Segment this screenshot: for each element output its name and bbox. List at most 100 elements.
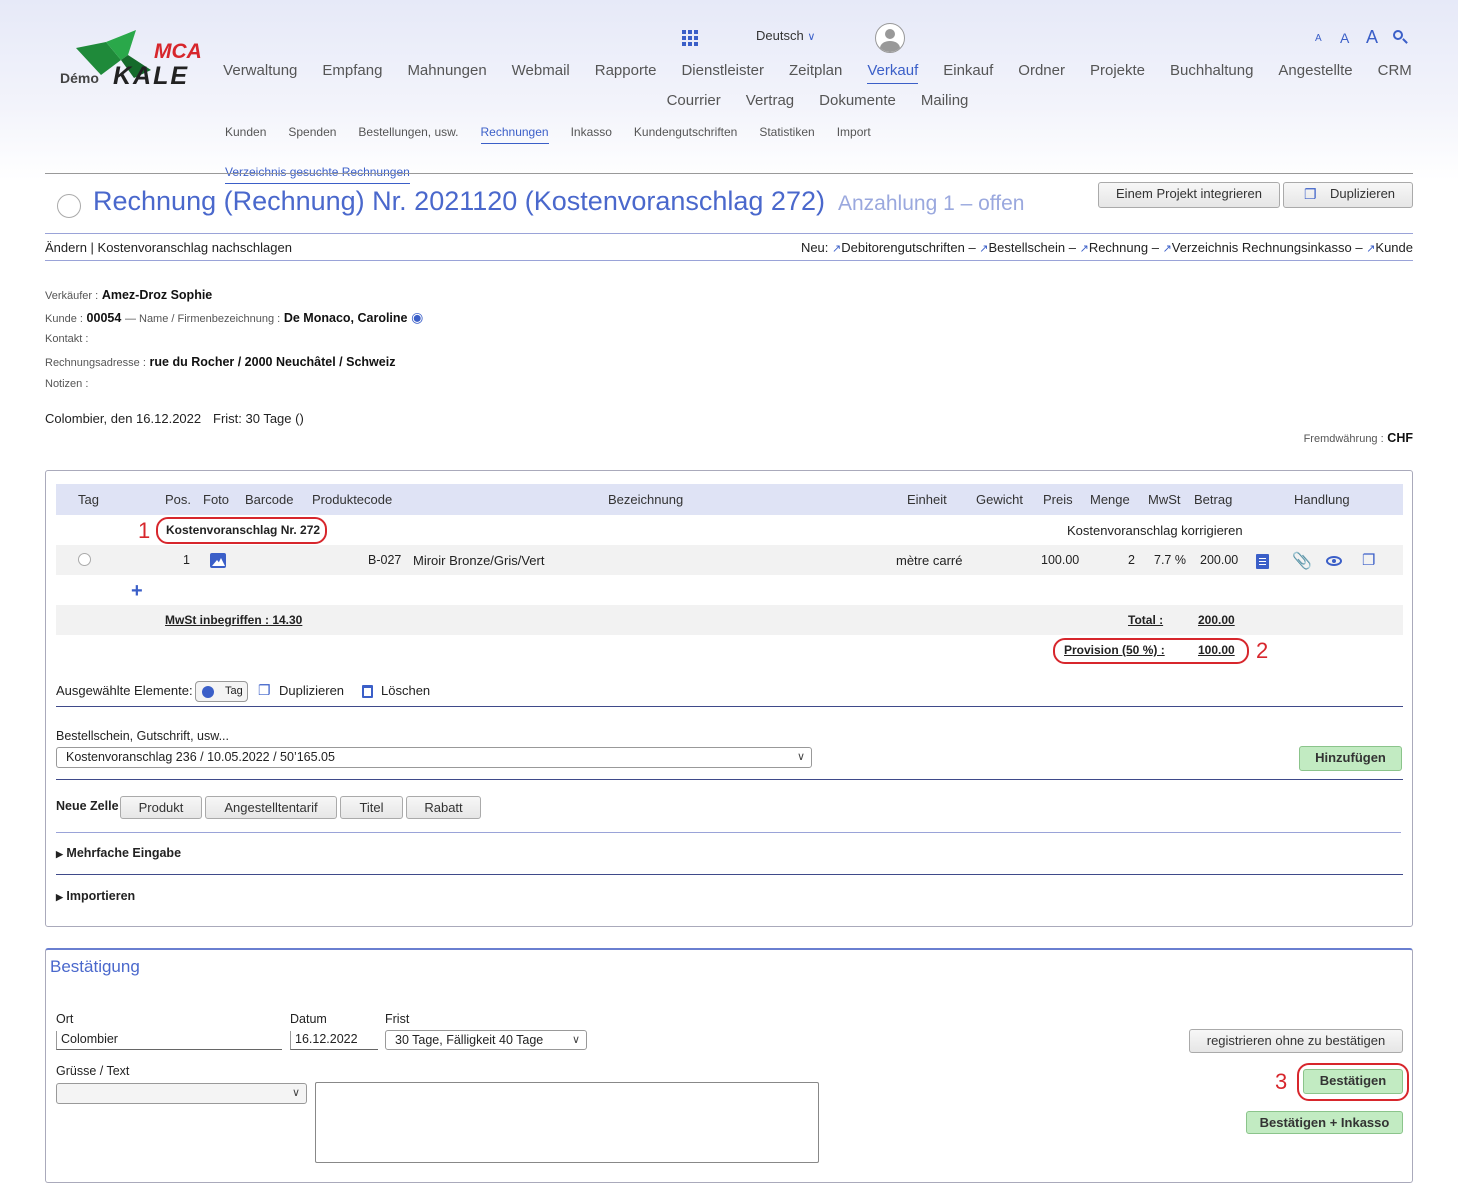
font-size-small[interactable]: A [1315, 33, 1322, 44]
nav-item-6[interactable]: Zeitplan [789, 62, 842, 84]
nav-item-17[interactable]: Mailing [921, 92, 969, 110]
row-vat: 7.7 % [1154, 553, 1186, 567]
subnav-item-6[interactable]: Statistiken [759, 124, 814, 144]
subnav-item-4[interactable]: Inkasso [571, 124, 612, 144]
external-link-icon: ↗ [1162, 243, 1172, 255]
correct-quote-link[interactable]: Kostenvoranschlag korrigieren [1067, 523, 1243, 538]
nav-item-1[interactable]: Empfang [322, 62, 382, 84]
nav-item-11[interactable]: Buchhaltung [1170, 62, 1253, 84]
annotation-number-2: 2 [1256, 638, 1269, 663]
subnav-item-1[interactable]: Spenden [288, 124, 336, 144]
add-row-icon[interactable]: + [131, 580, 143, 603]
logo-kale: KALE [113, 62, 190, 90]
document-icon[interactable] [1256, 554, 1269, 569]
row-tag-radio[interactable] [78, 553, 91, 566]
sub-nav: Kunden Spenden Bestellungen, usw. Rechnunge… [225, 124, 925, 184]
new-link-2[interactable]: Rechnung [1089, 240, 1148, 255]
duplicate-button[interactable]: ❐ Duplizieren [1283, 182, 1413, 208]
nav-item-8[interactable]: Einkauf [943, 62, 993, 84]
nav-item-3[interactable]: Webmail [512, 62, 570, 84]
date-input[interactable]: 16.12.2022 [290, 1031, 378, 1050]
nav-item-15[interactable]: Vertrag [746, 92, 794, 110]
new-link-3[interactable]: Verzeichnis Rechnungsinkasso [1172, 240, 1352, 255]
logo[interactable]: MCA Démo KALE [58, 30, 213, 95]
integrate-project-button[interactable]: Einem Projekt integrieren [1098, 182, 1280, 208]
font-size-medium[interactable]: A [1340, 30, 1349, 46]
multi-entry-toggle[interactable]: ▶ Mehrfache Eingabe [56, 846, 181, 860]
annotation-number-3: 3 [1275, 1069, 1288, 1094]
column-header-9: Menge [1090, 492, 1130, 507]
subnav-search-invoices[interactable]: Verzeichnis gesuchte Rechnungen [225, 164, 410, 184]
place-label: Ort [56, 1012, 74, 1026]
column-header-2: Foto [203, 492, 230, 507]
duplicate-selected-icon[interactable]: ❐ [258, 682, 271, 699]
nav-item-10[interactable]: Projekte [1090, 62, 1145, 84]
font-size-large[interactable]: A [1366, 27, 1378, 48]
row-amount: 200.00 [1200, 553, 1239, 567]
paperclip-icon[interactable]: 📎 [1292, 551, 1312, 571]
subnav-item-3[interactable]: Rechnungen [480, 124, 549, 144]
place-date: Colombier, den 16.12.2022 [45, 411, 202, 426]
nav-item-13[interactable]: CRM [1378, 62, 1412, 84]
eye-icon[interactable]: ◉ [411, 309, 423, 325]
column-header-3: Barcode [245, 492, 294, 507]
row-name: Miroir Bronze/Gris/Vert [413, 553, 545, 568]
image-icon[interactable] [210, 553, 226, 568]
external-link-icon: ↗ [1079, 243, 1089, 255]
new-link-4[interactable]: Kunde [1375, 240, 1413, 255]
delete-selected-link[interactable]: Löschen [381, 683, 430, 698]
greet-select[interactable]: ∨ [56, 1083, 307, 1104]
triangle-right-icon: ▶ [56, 892, 63, 902]
trash-icon[interactable] [362, 685, 373, 698]
subnav-item-5[interactable]: Kundengutschriften [634, 124, 737, 144]
confirm-inkasso-button[interactable]: Bestätigen + Inkasso [1246, 1111, 1403, 1134]
column-header-11: Betrag [1194, 492, 1233, 507]
employee-rate-button[interactable]: Angestelltentarif [205, 796, 337, 819]
place-input[interactable]: Colombier [56, 1031, 282, 1050]
chevron-down-icon: ∨ [807, 31, 816, 43]
nav-item-16[interactable]: Dokumente [819, 92, 896, 110]
deadline-label: Frist [385, 1012, 410, 1026]
language-select[interactable]: Deutsch ∨ [756, 28, 815, 43]
product-button[interactable]: Produkt [120, 796, 202, 819]
nav-item-5[interactable]: Dienstleister [681, 62, 764, 84]
add-button[interactable]: Hinzufügen [1299, 746, 1402, 771]
duplicate-selected-link[interactable]: Duplizieren [279, 683, 344, 698]
title-button[interactable]: Titel [340, 796, 403, 819]
page-title: Rechnung (Rechnung) Nr. 2021120 (Kostenv… [93, 186, 825, 216]
eye-icon[interactable] [1326, 556, 1342, 566]
edit-link[interactable]: Ändern [45, 240, 87, 255]
nav-item-12[interactable]: Angestellte [1278, 62, 1352, 84]
apps-grid-icon[interactable] [682, 30, 698, 46]
order-label: Bestellschein, Gutschrift, usw... [56, 729, 229, 743]
nav-item-9[interactable]: Ordner [1018, 62, 1065, 84]
nav-item-7[interactable]: Verkauf [867, 62, 919, 84]
deadline-select[interactable]: 30 Tage, Fälligkeit 40 Tage ∨ [385, 1030, 587, 1050]
search-icon[interactable] [1393, 30, 1409, 46]
tag-toggle[interactable]: Tag [195, 681, 248, 702]
nav-item-14[interactable]: Courrier [667, 92, 721, 110]
nav-item-0[interactable]: Verwaltung [223, 62, 297, 84]
notes-label: Notizen : [45, 378, 89, 390]
deadline-text: Frist: 30 Tage () [213, 411, 304, 426]
discount-button[interactable]: Rabatt [406, 796, 481, 819]
order-select[interactable]: Kostenvoranschlag 236 / 10.05.2022 / 50’… [56, 747, 812, 768]
import-toggle[interactable]: ▶ Importieren [56, 889, 135, 903]
new-link-0[interactable]: Debitorengutschriften [841, 240, 965, 255]
subnav-item-0[interactable]: Kunden [225, 124, 266, 144]
chevron-down-icon: ∨ [291, 1087, 300, 1099]
subnav-item-7[interactable]: Import [837, 124, 871, 144]
nav-item-2[interactable]: Mahnungen [407, 62, 486, 84]
annotation-box-3 [1297, 1063, 1409, 1101]
confirm-title: Bestätigung [50, 957, 140, 976]
greet-textarea[interactable] [315, 1082, 819, 1163]
lookup-link[interactable]: Kostenvoranschlag nachschlagen [98, 240, 292, 255]
nav-item-4[interactable]: Rapporte [595, 62, 657, 84]
subnav-item-2[interactable]: Bestellungen, usw. [358, 124, 458, 144]
total-value: 200.00 [1198, 613, 1235, 627]
register-button[interactable]: registrieren ohne zu bestätigen [1189, 1029, 1403, 1053]
new-link-1[interactable]: Bestellschein [989, 240, 1066, 255]
copy-icon[interactable]: ❐ [1362, 551, 1375, 569]
user-avatar-icon[interactable] [875, 23, 905, 53]
column-header-0: Tag [78, 492, 99, 507]
